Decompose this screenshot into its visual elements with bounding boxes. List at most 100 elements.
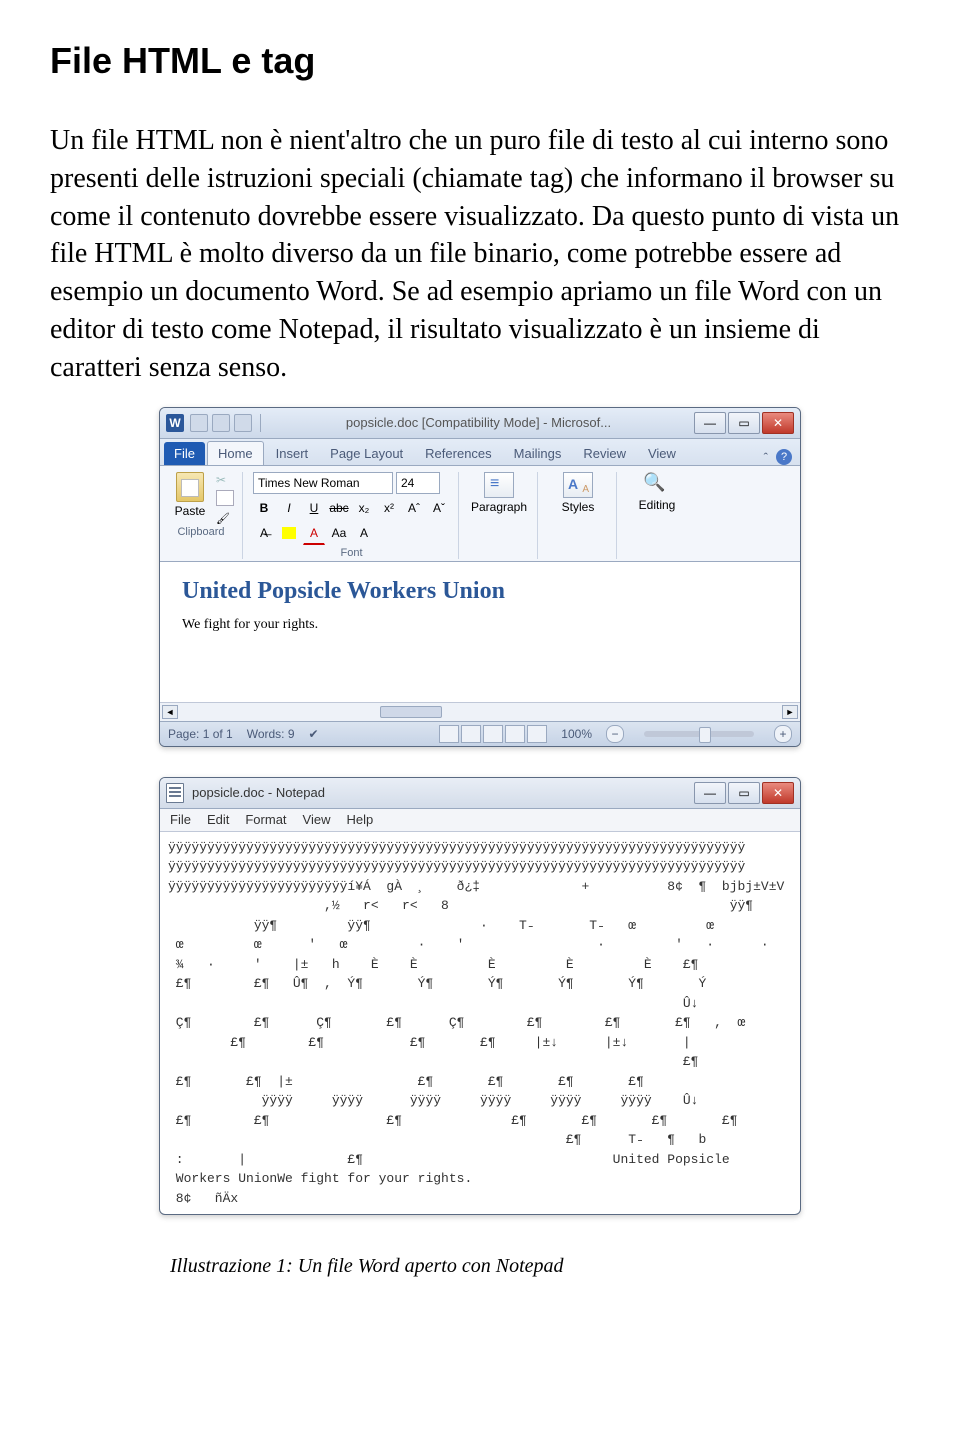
notepad-line: œ œ ' œ · ' · ' · · [168,935,792,955]
find-icon [643,472,671,496]
page-heading: File HTML e tag [50,40,910,82]
strike-button[interactable]: abc [328,497,350,519]
view-read-icon[interactable] [461,725,481,743]
ribbon-minimize-icon[interactable]: ˆ [758,450,774,465]
notepad-line: £¶ £¶ Û¶ , Ý¶ Ý¶ Ý¶ Ý¶ Ý¶ Ý [168,974,792,994]
font-color-button[interactable]: A [303,522,325,545]
notepad-line: ÿÿÿÿ ÿÿÿÿ ÿÿÿÿ ÿÿÿÿ ÿÿÿÿ ÿÿÿÿ Û↓ [168,1091,792,1111]
tab-mailings[interactable]: Mailings [504,442,572,465]
editing-button[interactable]: Editing [627,472,687,512]
np-menu-view[interactable]: View [303,812,331,827]
font-size-combo[interactable]: 24 [396,472,440,494]
cut-icon[interactable] [216,472,232,486]
paste-button[interactable]: Paste [168,472,212,524]
horizontal-scrollbar[interactable]: ◄ ► [160,702,800,721]
zoom-out-button[interactable]: − [606,725,624,743]
paragraph-label: Paragraph [471,500,527,514]
view-draft-icon[interactable] [527,725,547,743]
ribbon-tabs: File Home Insert Page Layout References … [160,439,800,466]
figure-caption: Illustrazione 1: Un file Word aperto con… [150,1255,810,1278]
group-paragraph: Paragraph [469,472,538,559]
word-titlebar: W popsicle.doc [Compatibility Mode] - Mi… [160,408,800,439]
minimize-button[interactable]: — [694,412,726,434]
spell-check-icon[interactable]: ✔ [309,727,319,741]
tab-review[interactable]: Review [573,442,636,465]
text-effects-button[interactable]: A [353,522,375,544]
clipboard-group-label: Clipboard [177,526,224,538]
np-menu-file[interactable]: File [170,812,191,827]
shrink-font-button[interactable]: Aˇ [428,497,450,519]
status-words: Words: 9 [247,727,295,741]
np-close-button[interactable]: ✕ [762,782,794,804]
np-minimize-button[interactable]: — [694,782,726,804]
maximize-button[interactable]: ▭ [728,412,760,434]
paste-label: Paste [175,504,206,518]
font-name-combo[interactable]: Times New Roman [253,472,393,494]
quick-access-toolbar [190,414,265,432]
word-window: W popsicle.doc [Compatibility Mode] - Mi… [159,407,801,747]
tab-insert[interactable]: Insert [266,442,319,465]
subscript-button[interactable]: x₂ [353,497,375,519]
tab-page-layout[interactable]: Page Layout [320,442,413,465]
copy-icon[interactable] [216,490,234,506]
zoom-knob[interactable] [699,727,711,743]
word-app-icon: W [166,414,184,432]
notepad-line: 8¢ ñÄx [168,1189,792,1209]
group-font: Times New Roman 24 B I U abc x₂ x² Aˆ Aˇ [253,472,459,559]
highlight-yellow-icon [282,527,296,539]
notepad-window: popsicle.doc - Notepad — ▭ ✕ File Edit F… [159,777,801,1216]
close-button[interactable]: ✕ [762,412,794,434]
underline-button[interactable]: U [303,497,325,519]
editing-label: Editing [639,498,676,512]
paragraph-button[interactable]: Paragraph [469,472,529,514]
paragraph-icon [484,472,514,498]
italic-button[interactable]: I [278,497,300,519]
notepad-titlebar: popsicle.doc - Notepad — ▭ ✕ [160,778,800,809]
zoom-slider[interactable] [644,731,754,737]
notepad-line: ÿÿ¶ ÿÿ¶ · T˗ T˗ œ œ [168,916,792,936]
word-window-title: popsicle.doc [Compatibility Mode] - Micr… [265,415,692,430]
view-outline-icon[interactable] [505,725,525,743]
qat-redo-icon[interactable] [234,414,252,432]
notepad-line: Workers UnionWe fight for your rights. [168,1169,792,1189]
bold-button[interactable]: B [253,497,275,519]
tab-view[interactable]: View [638,442,686,465]
notepad-line: £¶ £¶ |± £¶ £¶ £¶ £¶ [168,1072,792,1092]
zoom-in-button[interactable]: + [774,725,792,743]
tab-references[interactable]: References [415,442,501,465]
notepad-menubar: File Edit Format View Help [160,809,800,832]
qat-separator [260,414,261,432]
scroll-thumb[interactable] [380,706,442,718]
highlight-button[interactable] [278,522,300,544]
scroll-right-icon[interactable]: ► [782,705,798,719]
qat-undo-icon[interactable] [212,414,230,432]
notepad-line: £¶ T˗ ¶ b [168,1130,792,1150]
clear-format-button[interactable]: A̶ [253,522,275,544]
np-maximize-button[interactable]: ▭ [728,782,760,804]
qat-save-icon[interactable] [190,414,208,432]
superscript-button[interactable]: x² [378,497,400,519]
view-web-icon[interactable] [483,725,503,743]
help-icon[interactable]: ? [776,449,792,465]
group-clipboard: Paste Clipboard [168,472,243,559]
doc-title: United Popsicle Workers Union [182,578,778,605]
tab-file[interactable]: File [164,442,205,465]
notepad-content[interactable]: ÿÿÿÿÿÿÿÿÿÿÿÿÿÿÿÿÿÿÿÿÿÿÿÿÿÿÿÿÿÿÿÿÿÿÿÿÿÿÿÿ… [160,832,800,1215]
status-page: Page: 1 of 1 [168,727,233,741]
view-print-icon[interactable] [439,725,459,743]
zoom-value: 100% [561,727,592,741]
notepad-line: : | £¶ United Popsicle [168,1150,792,1170]
doc-subtext: We fight for your rights. [182,617,778,633]
grow-font-button[interactable]: Aˆ [403,497,425,519]
np-menu-edit[interactable]: Edit [207,812,229,827]
notepad-line: ÿÿÿÿÿÿÿÿÿÿÿÿÿÿÿÿÿÿÿÿÿÿÿí¥Á gÀ ¸ ð¿‡ + 8¢… [168,877,792,897]
np-menu-format[interactable]: Format [245,812,286,827]
change-case-button[interactable]: Aa [328,522,350,544]
document-area[interactable]: United Popsicle Workers Union We fight f… [160,562,800,702]
styles-button[interactable]: Styles [548,472,608,514]
np-menu-help[interactable]: Help [346,812,373,827]
format-painter-icon[interactable] [216,510,232,524]
notepad-line: ¾ · ' |± h È È È È È £¶ [168,955,792,975]
tab-home[interactable]: Home [207,441,264,465]
scroll-left-icon[interactable]: ◄ [162,705,178,719]
